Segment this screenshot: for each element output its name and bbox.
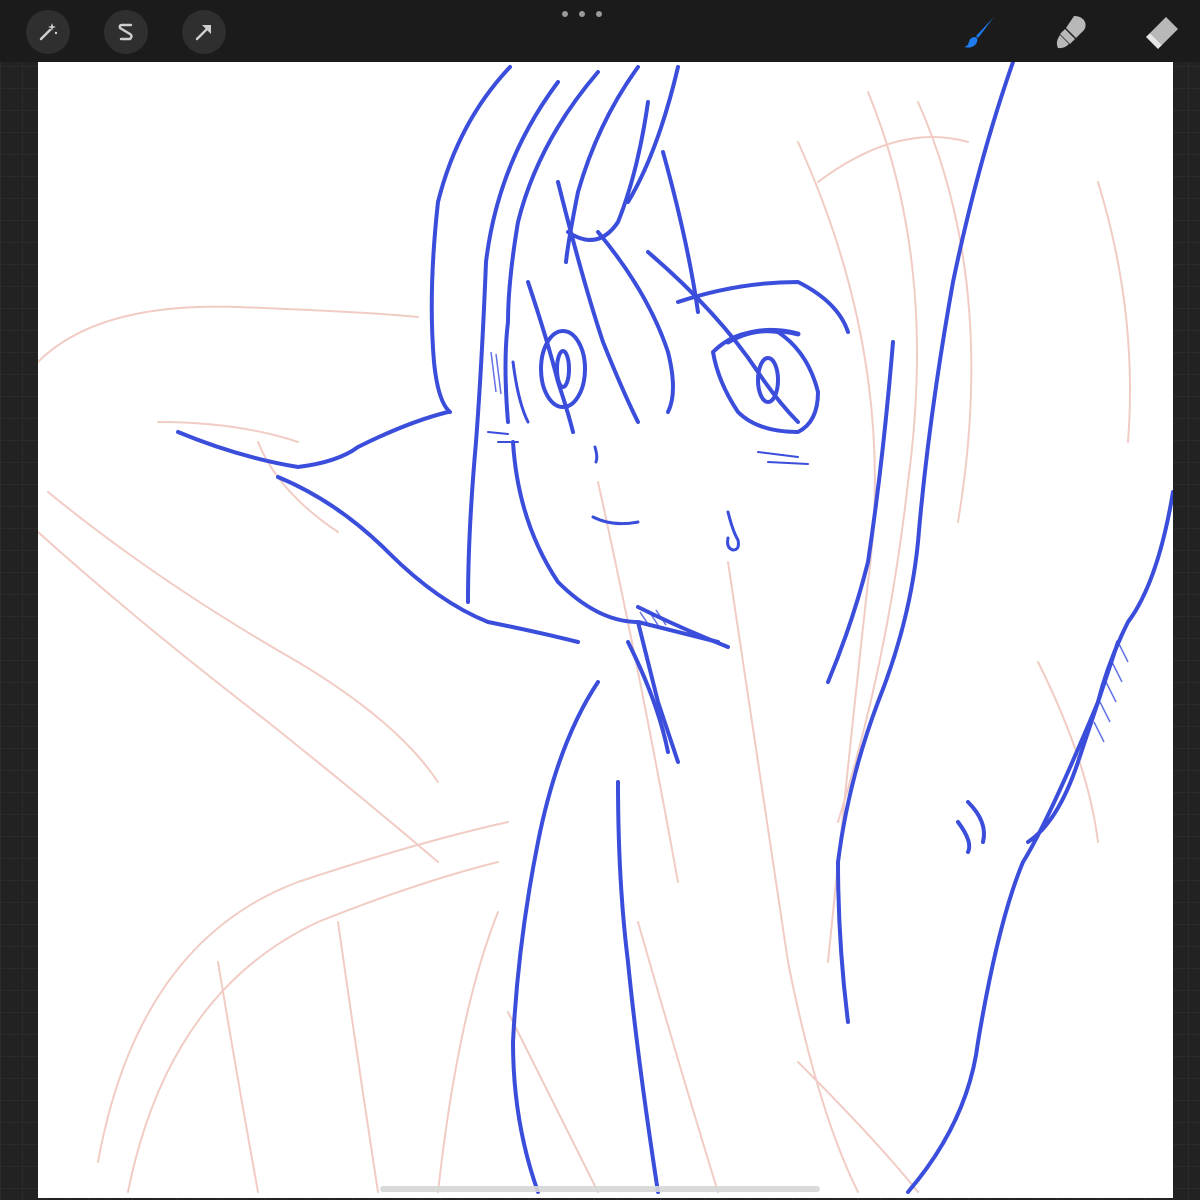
brush-icon [964,17,994,48]
sketch-layer [38,91,1131,1193]
selection-button[interactable] [104,10,148,54]
procreate-app [0,0,1200,1200]
arrow-cursor-icon [195,25,211,41]
sketch-artwork [38,62,1173,1194]
brush-tool-button[interactable] [958,10,1002,54]
eraser-tool-button[interactable] [1140,10,1184,54]
dot [579,11,585,17]
hatching [490,351,1129,743]
ink-layer [176,62,1173,1194]
home-indicator[interactable] [380,1186,820,1192]
more-dots-icon[interactable] [562,6,602,22]
drawing-canvas[interactable] [38,62,1173,1198]
transform-button[interactable] [182,10,226,54]
adjustments-button[interactable] [26,10,70,54]
dot [562,11,568,17]
eraser-icon [1146,17,1178,49]
dot [596,11,602,17]
smudge-icon [1056,16,1086,49]
top-toolbar [0,0,1200,62]
magic-wand-icon [39,23,58,41]
smudge-tool-button[interactable] [1050,10,1094,54]
selection-s-icon [118,23,133,41]
